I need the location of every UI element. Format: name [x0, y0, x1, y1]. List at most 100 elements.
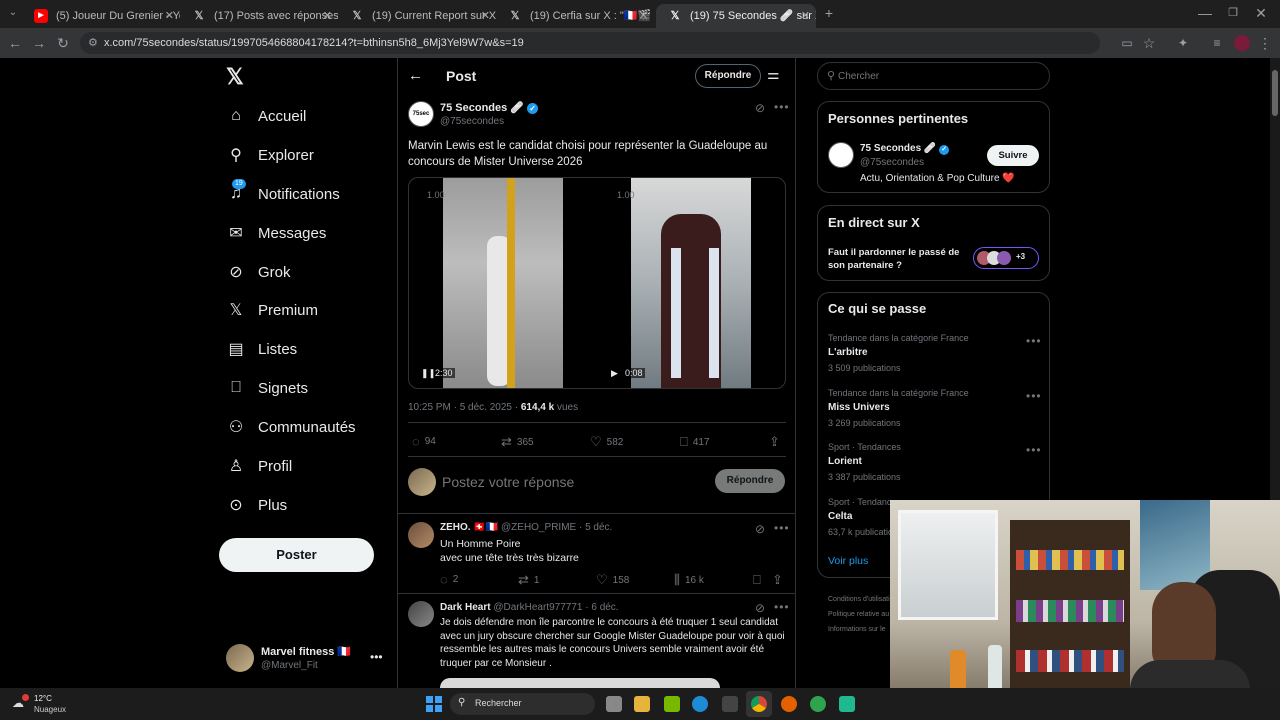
- more-icon[interactable]: •••: [370, 650, 383, 664]
- play-icon[interactable]: ▶: [611, 368, 618, 379]
- site-info-icon[interactable]: ⚙: [88, 32, 98, 54]
- share-button[interactable]: ⇪: [769, 434, 785, 450]
- x-logo-icon[interactable]: 𝕏: [226, 64, 244, 90]
- close-tab-icon[interactable]: ✕: [165, 4, 174, 28]
- repost-button[interactable]: ⇄ 365: [501, 434, 534, 450]
- nav-messages[interactable]: ✉ Messages: [226, 218, 326, 248]
- weather-widget[interactable]: ☁ 12°C Nuageux: [12, 692, 82, 716]
- reply-button[interactable]: ◌ 2: [440, 572, 458, 587]
- browser-menu-icon[interactable]: ⋮: [1256, 34, 1274, 52]
- nav-signets[interactable]: ⎕ Signets: [226, 373, 308, 403]
- task-view-icon[interactable]: [606, 696, 622, 712]
- footer-link[interactable]: Conditions d'utilisation: [828, 592, 897, 607]
- video-player[interactable]: 1.00 ❚❚ 2:30: [409, 178, 597, 388]
- reply-header-button[interactable]: Répondre: [695, 64, 761, 88]
- bookmark-button[interactable]: ⎕ 417: [680, 434, 710, 450]
- browser-tab-x[interactable]: 𝕏 (17) Posts avec réponses de Ra ✕: [180, 4, 338, 28]
- follow-button[interactable]: Suivre: [987, 145, 1039, 166]
- grok-icon[interactable]: ⊘: [755, 522, 765, 536]
- file-explorer-icon[interactable]: [634, 696, 650, 712]
- reply-handle[interactable]: @DarkHeart977771 · 6 déc.: [493, 602, 618, 613]
- person-name[interactable]: 75 Secondes 🩹 ✓: [860, 143, 950, 155]
- reload-icon[interactable]: ↻: [54, 34, 72, 52]
- repost-button[interactable]: ⇄ 1: [518, 572, 539, 588]
- like-button[interactable]: ♡ 582: [590, 434, 623, 450]
- nav-premium[interactable]: 𝕏 Premium: [226, 295, 318, 325]
- nav-accueil[interactable]: ⌂ Accueil: [226, 101, 306, 131]
- back-icon[interactable]: ←: [6, 34, 24, 52]
- cast-icon[interactable]: ▭: [1118, 34, 1136, 52]
- more-icon[interactable]: •••: [774, 100, 790, 114]
- account-switcher[interactable]: Marvel fitness 🇫🇷 @Marvel_Fit •••: [226, 642, 386, 676]
- edge-icon[interactable]: [692, 696, 708, 712]
- avatar[interactable]: 75sec: [408, 101, 434, 127]
- trend-item[interactable]: Tendance dans la catégorie France L'arbi…: [828, 333, 969, 373]
- grok-icon[interactable]: ⊘: [755, 601, 765, 615]
- poster-button[interactable]: Poster: [219, 538, 374, 572]
- like-button[interactable]: ♡ 158: [596, 572, 629, 588]
- more-icon[interactable]: •••: [774, 600, 790, 614]
- bookmark-button[interactable]: ⎕: [753, 572, 766, 588]
- views-button[interactable]: ⫼ 16 k: [674, 572, 704, 588]
- search-box[interactable]: ⚲: [817, 62, 1050, 90]
- tweet-timestamp[interactable]: 10:25 PM · 5 déc. 2025 ·: [408, 402, 521, 413]
- more-icon[interactable]: •••: [1026, 334, 1042, 348]
- minimize-icon[interactable]: —: [1196, 4, 1214, 22]
- settings-sliders-icon[interactable]: ⚌: [767, 66, 780, 83]
- avatar[interactable]: [408, 601, 434, 627]
- close-window-icon[interactable]: ✕: [1252, 4, 1270, 22]
- reply-handle[interactable]: @ZEHO_PRIME · 5 déc.: [501, 522, 612, 533]
- browser-profile-avatar[interactable]: [1234, 35, 1250, 51]
- app-icon[interactable]: [810, 696, 826, 712]
- url-bar[interactable]: ⚙ x.com/75secondes/status/19970546688041…: [80, 32, 1100, 54]
- share-button[interactable]: ⇪: [772, 572, 788, 588]
- reply-submit-button[interactable]: Répondre: [715, 469, 785, 493]
- nav-notifications[interactable]: ♫ 19 Notifications: [226, 179, 340, 209]
- live-topic[interactable]: Faut il pardonner le passé de son parten…: [828, 246, 963, 272]
- tweet-handle[interactable]: @75secondes: [440, 116, 504, 127]
- back-arrow-icon[interactable]: ←: [408, 67, 423, 84]
- reply-author[interactable]: ZEHO. 🇨🇭🇫🇷: [440, 522, 498, 533]
- nav-grok[interactable]: ⊘ Grok: [226, 257, 290, 287]
- new-tab-button[interactable]: +: [820, 4, 838, 22]
- close-tab-icon[interactable]: ✕: [801, 4, 810, 28]
- nav-listes[interactable]: ▤ Listes: [226, 334, 297, 364]
- app-icon[interactable]: [839, 696, 855, 712]
- more-icon[interactable]: •••: [1026, 389, 1042, 403]
- video-player[interactable]: 1.00 ▶ 0:08: [599, 178, 785, 388]
- browser-tab-active[interactable]: 𝕏 (19) 75 Secondes 🩹 sur X ✕: [656, 4, 816, 28]
- footer-link[interactable]: Informations sur le: [828, 622, 897, 637]
- more-icon[interactable]: •••: [774, 521, 790, 535]
- footer-link[interactable]: Politique relative au: [828, 607, 897, 622]
- live-avatars[interactable]: +3: [973, 247, 1039, 269]
- person-handle[interactable]: @75secondes: [860, 157, 924, 168]
- browser-tab-x[interactable]: 𝕏 (19) Cerfia sur X : "🇫🇷🎬 Voici le ✕: [496, 4, 654, 28]
- nav-profil[interactable]: ♙ Profil: [226, 451, 292, 481]
- maximize-icon[interactable]: ❐: [1224, 4, 1242, 22]
- reading-list-icon[interactable]: ≡: [1208, 34, 1226, 52]
- see-more-link[interactable]: Voir plus: [828, 555, 868, 567]
- avatar[interactable]: [408, 522, 434, 548]
- bookmark-star-icon[interactable]: ☆: [1140, 34, 1158, 52]
- tweet-author[interactable]: 75 Secondes 🩹 ✓: [440, 101, 539, 114]
- more-icon[interactable]: •••: [1026, 443, 1042, 457]
- reply-input[interactable]: [442, 472, 692, 492]
- start-button[interactable]: [426, 696, 442, 712]
- forward-icon[interactable]: →: [30, 34, 48, 52]
- nav-explorer[interactable]: ⚲ Explorer: [226, 140, 314, 170]
- browser-tab-x[interactable]: 𝕏 (19) Current Report sur X : "BRE ✕: [338, 4, 496, 28]
- taskbar-search[interactable]: ⚲ Rechercher: [450, 693, 595, 715]
- nav-communautes[interactable]: ⚇ Communautés: [226, 412, 356, 442]
- avatar[interactable]: [828, 142, 854, 168]
- trend-item[interactable]: Tendance dans la catégorie France Miss U…: [828, 388, 969, 428]
- trend-item[interactable]: Sport · Tendances Lorient 3 387 publicat…: [828, 442, 901, 482]
- browser-tab-youtube[interactable]: ▶ (5) Joueur Du Grenier - YouTube ✕: [22, 4, 180, 28]
- chrome-icon[interactable]: [751, 696, 767, 712]
- close-tab-icon[interactable]: ✕: [323, 4, 332, 28]
- reply-button[interactable]: ◌ 94: [412, 434, 436, 449]
- search-input[interactable]: [838, 68, 1038, 84]
- extensions-icon[interactable]: ✦: [1174, 34, 1192, 52]
- reply-author[interactable]: Dark Heart: [440, 602, 491, 613]
- grok-icon[interactable]: ⊘: [755, 101, 765, 115]
- nav-plus[interactable]: ⊙ Plus: [226, 490, 287, 520]
